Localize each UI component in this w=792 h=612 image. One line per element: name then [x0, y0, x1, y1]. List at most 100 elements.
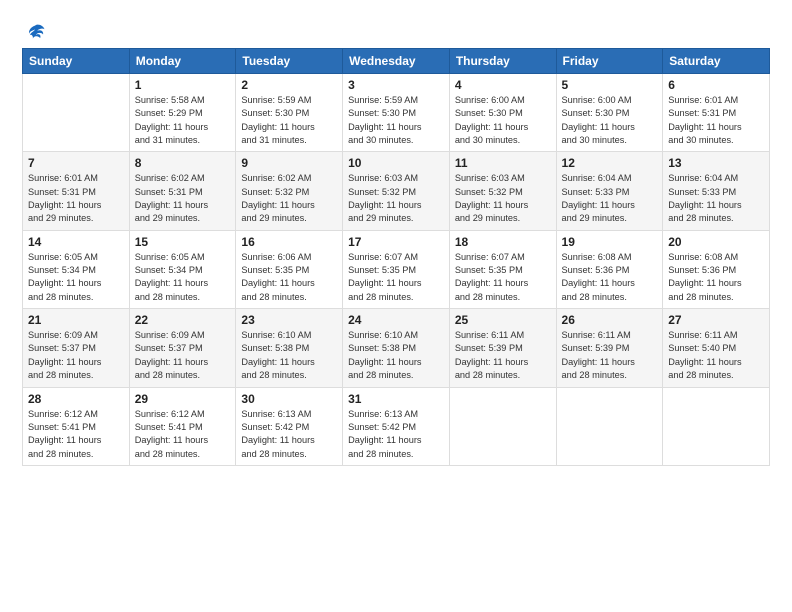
calendar-header-row: SundayMondayTuesdayWednesdayThursdayFrid… [23, 49, 770, 74]
calendar-cell: 31 Sunrise: 6:13 AMSunset: 5:42 PMDayligh… [343, 387, 450, 465]
day-number: 8 [135, 156, 231, 170]
day-info: Sunrise: 6:01 AMSunset: 5:31 PMDaylight:… [668, 94, 764, 147]
day-info: Sunrise: 6:10 AMSunset: 5:38 PMDaylight:… [348, 329, 444, 382]
calendar-header-saturday: Saturday [663, 49, 770, 74]
day-info: Sunrise: 6:13 AMSunset: 5:42 PMDaylight:… [241, 408, 337, 461]
day-info: Sunrise: 6:05 AMSunset: 5:34 PMDaylight:… [135, 251, 231, 304]
day-number: 2 [241, 78, 337, 92]
day-info: Sunrise: 6:08 AMSunset: 5:36 PMDaylight:… [668, 251, 764, 304]
calendar-cell: 24 Sunrise: 6:10 AMSunset: 5:38 PMDayligh… [343, 309, 450, 387]
day-number: 5 [562, 78, 658, 92]
day-number: 17 [348, 235, 444, 249]
calendar-cell: 22 Sunrise: 6:09 AMSunset: 5:37 PMDayligh… [129, 309, 236, 387]
day-number: 31 [348, 392, 444, 406]
calendar-cell: 26 Sunrise: 6:11 AMSunset: 5:39 PMDayligh… [556, 309, 663, 387]
calendar-cell: 30 Sunrise: 6:13 AMSunset: 5:42 PMDayligh… [236, 387, 343, 465]
day-number: 20 [668, 235, 764, 249]
day-info: Sunrise: 5:59 AMSunset: 5:30 PMDaylight:… [348, 94, 444, 147]
day-number: 26 [562, 313, 658, 327]
calendar-cell: 2Sunrise: 5:59 AMSunset: 5:30 PMDaylight… [236, 74, 343, 152]
calendar-header-monday: Monday [129, 49, 236, 74]
day-info: Sunrise: 6:01 AMSunset: 5:31 PMDaylight:… [28, 172, 124, 225]
calendar-cell: 17 Sunrise: 6:07 AMSunset: 5:35 PMDayligh… [343, 230, 450, 308]
day-info: Sunrise: 6:11 AMSunset: 5:39 PMDaylight:… [455, 329, 551, 382]
day-number: 10 [348, 156, 444, 170]
day-number: 9 [241, 156, 337, 170]
day-number: 6 [668, 78, 764, 92]
logo [22, 22, 46, 42]
calendar-cell: 19 Sunrise: 6:08 AMSunset: 5:36 PMDayligh… [556, 230, 663, 308]
day-info: Sunrise: 6:07 AMSunset: 5:35 PMDaylight:… [455, 251, 551, 304]
day-info: Sunrise: 6:05 AMSunset: 5:34 PMDaylight:… [28, 251, 124, 304]
calendar-week-4: 21 Sunrise: 6:09 AMSunset: 5:37 PMDayligh… [23, 309, 770, 387]
calendar-cell: 13 Sunrise: 6:04 AMSunset: 5:33 PMDayligh… [663, 152, 770, 230]
day-number: 16 [241, 235, 337, 249]
calendar-cell [449, 387, 556, 465]
day-info: Sunrise: 6:12 AMSunset: 5:41 PMDaylight:… [135, 408, 231, 461]
day-info: Sunrise: 6:10 AMSunset: 5:38 PMDaylight:… [241, 329, 337, 382]
calendar-cell: 23Sunrise: 6:10 AMSunset: 5:38 PMDayligh… [236, 309, 343, 387]
calendar-header-friday: Friday [556, 49, 663, 74]
day-info: Sunrise: 6:02 AMSunset: 5:32 PMDaylight:… [241, 172, 337, 225]
day-number: 1 [135, 78, 231, 92]
day-info: Sunrise: 6:09 AMSunset: 5:37 PMDaylight:… [135, 329, 231, 382]
calendar-header-wednesday: Wednesday [343, 49, 450, 74]
day-info: Sunrise: 5:58 AMSunset: 5:29 PMDaylight:… [135, 94, 231, 147]
day-number: 28 [28, 392, 124, 406]
calendar-cell: 14 Sunrise: 6:05 AMSunset: 5:34 PMDayligh… [23, 230, 130, 308]
day-number: 21 [28, 313, 124, 327]
day-number: 29 [135, 392, 231, 406]
calendar-cell: 4 Sunrise: 6:00 AMSunset: 5:30 PMDaylight… [449, 74, 556, 152]
day-number: 13 [668, 156, 764, 170]
day-info: Sunrise: 6:13 AMSunset: 5:42 PMDaylight:… [348, 408, 444, 461]
calendar-cell: 3Sunrise: 5:59 AMSunset: 5:30 PMDaylight… [343, 74, 450, 152]
calendar-week-5: 28 Sunrise: 6:12 AMSunset: 5:41 PMDayligh… [23, 387, 770, 465]
day-info: Sunrise: 6:11 AMSunset: 5:40 PMDaylight:… [668, 329, 764, 382]
day-number: 12 [562, 156, 658, 170]
day-info: Sunrise: 6:11 AMSunset: 5:39 PMDaylight:… [562, 329, 658, 382]
calendar-cell: 12 Sunrise: 6:04 AMSunset: 5:33 PMDayligh… [556, 152, 663, 230]
day-number: 15 [135, 235, 231, 249]
calendar-cell [663, 387, 770, 465]
day-number: 30 [241, 392, 337, 406]
day-info: Sunrise: 6:00 AMSunset: 5:30 PMDaylight:… [562, 94, 658, 147]
calendar-cell: 20 Sunrise: 6:08 AMSunset: 5:36 PMDayligh… [663, 230, 770, 308]
logo-bird-icon [24, 22, 46, 44]
day-info: Sunrise: 6:07 AMSunset: 5:35 PMDaylight:… [348, 251, 444, 304]
day-info: Sunrise: 6:02 AMSunset: 5:31 PMDaylight:… [135, 172, 231, 225]
day-number: 24 [348, 313, 444, 327]
calendar-cell: 11Sunrise: 6:03 AMSunset: 5:32 PMDayligh… [449, 152, 556, 230]
page: SundayMondayTuesdayWednesdayThursdayFrid… [0, 0, 792, 612]
day-info: Sunrise: 6:06 AMSunset: 5:35 PMDaylight:… [241, 251, 337, 304]
day-number: 22 [135, 313, 231, 327]
calendar-cell: 6 Sunrise: 6:01 AMSunset: 5:31 PMDaylight… [663, 74, 770, 152]
calendar-cell: 10 Sunrise: 6:03 AMSunset: 5:32 PMDayligh… [343, 152, 450, 230]
day-info: Sunrise: 6:12 AMSunset: 5:41 PMDaylight:… [28, 408, 124, 461]
calendar-week-3: 14 Sunrise: 6:05 AMSunset: 5:34 PMDayligh… [23, 230, 770, 308]
header [22, 18, 770, 42]
calendar-cell: 15 Sunrise: 6:05 AMSunset: 5:34 PMDayligh… [129, 230, 236, 308]
day-number: 4 [455, 78, 551, 92]
day-number: 19 [562, 235, 658, 249]
day-number: 14 [28, 235, 124, 249]
day-info: Sunrise: 6:00 AMSunset: 5:30 PMDaylight:… [455, 94, 551, 147]
calendar-cell: 28 Sunrise: 6:12 AMSunset: 5:41 PMDayligh… [23, 387, 130, 465]
calendar-cell: 29 Sunrise: 6:12 AMSunset: 5:41 PMDayligh… [129, 387, 236, 465]
calendar-cell [23, 74, 130, 152]
calendar-cell: 8 Sunrise: 6:02 AMSunset: 5:31 PMDaylight… [129, 152, 236, 230]
day-number: 27 [668, 313, 764, 327]
calendar-header-sunday: Sunday [23, 49, 130, 74]
calendar-week-1: 1 Sunrise: 5:58 AMSunset: 5:29 PMDaylight… [23, 74, 770, 152]
calendar-cell: 18 Sunrise: 6:07 AMSunset: 5:35 PMDayligh… [449, 230, 556, 308]
calendar-cell: 7Sunrise: 6:01 AMSunset: 5:31 PMDaylight… [23, 152, 130, 230]
day-number: 18 [455, 235, 551, 249]
day-info: Sunrise: 6:04 AMSunset: 5:33 PMDaylight:… [668, 172, 764, 225]
day-info: Sunrise: 6:09 AMSunset: 5:37 PMDaylight:… [28, 329, 124, 382]
day-number: 11 [455, 156, 551, 170]
day-info: Sunrise: 6:04 AMSunset: 5:33 PMDaylight:… [562, 172, 658, 225]
calendar-header-thursday: Thursday [449, 49, 556, 74]
calendar-header-tuesday: Tuesday [236, 49, 343, 74]
calendar-cell: 1 Sunrise: 5:58 AMSunset: 5:29 PMDaylight… [129, 74, 236, 152]
day-info: Sunrise: 6:03 AMSunset: 5:32 PMDaylight:… [348, 172, 444, 225]
day-info: Sunrise: 6:08 AMSunset: 5:36 PMDaylight:… [562, 251, 658, 304]
